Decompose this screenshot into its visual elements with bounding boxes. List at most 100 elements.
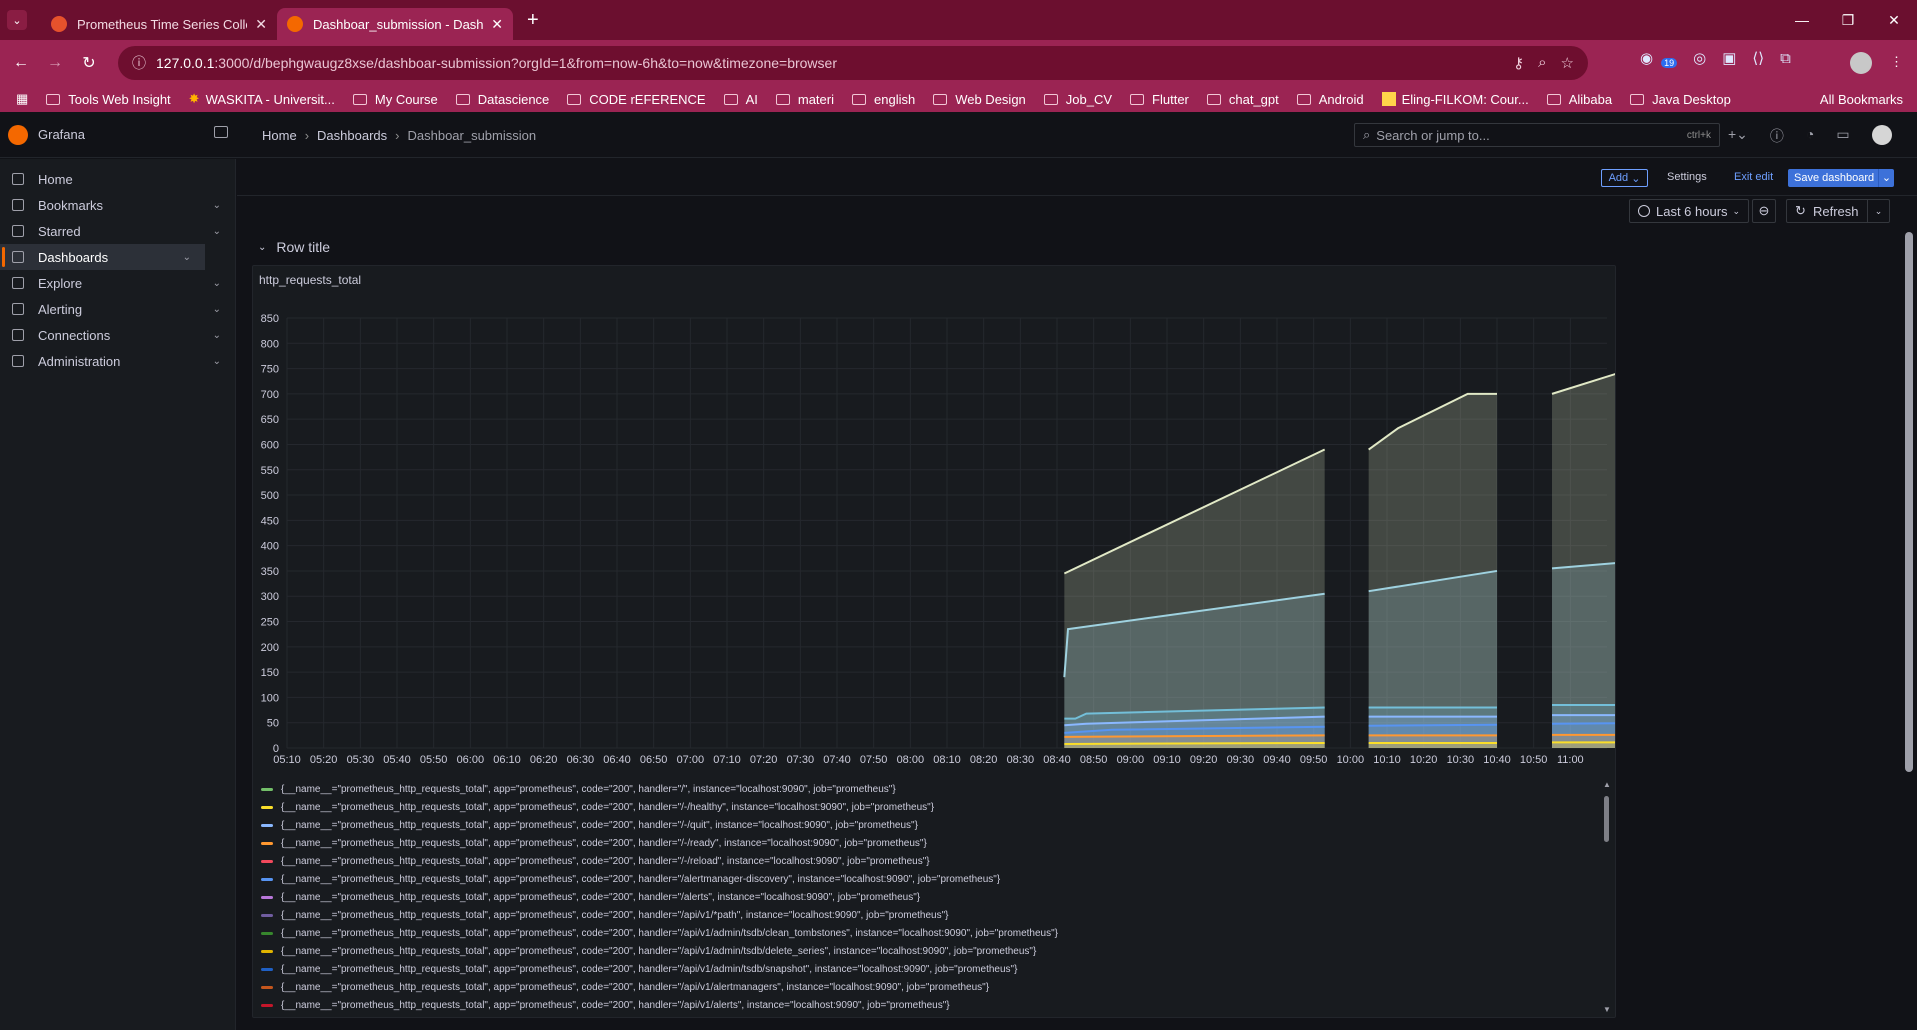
legend-item[interactable]: {__name__="prometheus_http_requests_tota… bbox=[261, 852, 1601, 870]
expand-chevron-icon[interactable]: ⌄ bbox=[213, 356, 221, 367]
extension-icon[interactable]: ◎ bbox=[1693, 49, 1706, 67]
legend-item[interactable]: {__name__="prometheus_http_requests_tota… bbox=[261, 996, 1601, 1014]
sidebar-item-alerting[interactable]: Alerting ⌄ bbox=[0, 296, 235, 322]
apps-grid-icon[interactable]: ▦ bbox=[16, 91, 28, 107]
expand-chevron-icon[interactable]: ⌄ bbox=[213, 330, 221, 341]
extension-icon[interactable]: ⟨⟩ bbox=[1752, 49, 1764, 67]
all-bookmarks-button[interactable]: All Bookmarks bbox=[1820, 92, 1903, 107]
extensions-puzzle-icon[interactable]: ⧉ bbox=[1780, 50, 1791, 67]
save-options-chevron-icon[interactable]: ⌄ bbox=[1878, 169, 1894, 187]
bookmark-item[interactable]: Android bbox=[1296, 91, 1364, 107]
legend-item[interactable]: {__name__="prometheus_http_requests_tota… bbox=[261, 942, 1601, 960]
legend-item[interactable]: {__name__="prometheus_http_requests_tota… bbox=[261, 924, 1601, 942]
refresh-button[interactable]: ↻ Refresh ⌄ bbox=[1786, 199, 1890, 223]
zoom-icon[interactable]: ⌕ bbox=[1538, 54, 1546, 72]
back-icon[interactable]: ← bbox=[4, 54, 38, 72]
key-icon[interactable]: ⚷ bbox=[1513, 54, 1524, 72]
bookmark-item[interactable]: My Course bbox=[352, 91, 438, 107]
sidebar-item-bookmarks[interactable]: Bookmarks ⌄ bbox=[0, 192, 235, 218]
bookmark-item[interactable]: english bbox=[852, 91, 915, 107]
bookmark-item[interactable]: CODE rEFERENCE bbox=[567, 91, 706, 107]
bookmark-item[interactable]: Alibaba bbox=[1546, 91, 1612, 107]
series-line bbox=[1064, 741, 1325, 745]
site-info-icon[interactable]: ⓘ bbox=[132, 53, 146, 73]
time-series-chart[interactable]: 0501001502002503003504004505005506006507… bbox=[253, 296, 1615, 778]
bookmark-item[interactable]: ✸ WASKITA - Universit... bbox=[189, 91, 335, 107]
scroll-down-icon[interactable]: ▼ bbox=[1603, 1005, 1611, 1014]
bookmark-item[interactable]: Tools Web Insight bbox=[46, 91, 171, 107]
page-scrollbar[interactable] bbox=[1905, 232, 1913, 772]
legend-item[interactable]: {__name__="prometheus_http_requests_tota… bbox=[261, 834, 1601, 852]
new-tab-icon[interactable]: + bbox=[527, 9, 539, 32]
settings-button[interactable]: Settings bbox=[1667, 171, 1707, 183]
add-button[interactable]: Add ⌄ bbox=[1601, 169, 1648, 187]
bookmark-item[interactable]: Eling-FILKOM: Cour... bbox=[1381, 91, 1529, 107]
extension-icon[interactable]: ◉ bbox=[1640, 49, 1653, 67]
bookmark-item[interactable]: Web Design bbox=[933, 91, 1026, 107]
bookmark-item[interactable]: AI bbox=[723, 91, 758, 107]
exit-edit-button[interactable]: Exit edit bbox=[1734, 171, 1773, 183]
sidebar-item-administration[interactable]: Administration ⌄ bbox=[0, 348, 235, 374]
expand-chevron-icon[interactable]: ⌄ bbox=[213, 304, 221, 315]
browser-tab-prometheus[interactable]: Prometheus Time Series Collect ✕ bbox=[41, 8, 277, 40]
bookmark-item[interactable]: chat_gpt bbox=[1206, 91, 1279, 107]
new-plus-icon[interactable]: +⌄ bbox=[1728, 126, 1748, 146]
minimize-icon[interactable]: — bbox=[1779, 12, 1825, 28]
sidebar-item-home[interactable]: Home bbox=[0, 166, 235, 192]
grafana-logo-icon[interactable] bbox=[8, 125, 28, 145]
time-range-picker[interactable]: Last 6 hours ⌄ bbox=[1629, 199, 1749, 223]
url-field[interactable]: ⓘ 127.0.0.1:3000/d/bephgwaugz8xse/dashbo… bbox=[118, 46, 1588, 80]
legend-item[interactable]: {__name__="prometheus_http_requests_tota… bbox=[261, 780, 1601, 798]
dashboard-row-header[interactable]: ⌄ Row title bbox=[258, 239, 330, 255]
legend: {__name__="prometheus_http_requests_tota… bbox=[261, 780, 1601, 1014]
expand-chevron-icon[interactable]: ⌄ bbox=[213, 200, 221, 211]
legend-item[interactable]: {__name__="prometheus_http_requests_tota… bbox=[261, 978, 1601, 996]
browser-menu-icon[interactable]: ⋮ bbox=[1890, 54, 1903, 70]
folder-icon bbox=[852, 93, 866, 105]
bookmark-item[interactable]: Job_CV bbox=[1043, 91, 1112, 107]
legend-scroll-thumb[interactable] bbox=[1604, 796, 1609, 842]
forward-icon[interactable]: → bbox=[38, 54, 72, 72]
close-tab-icon[interactable]: ✕ bbox=[491, 16, 503, 33]
restore-icon[interactable]: ❐ bbox=[1825, 12, 1871, 29]
legend-item[interactable]: {__name__="prometheus_http_requests_tota… bbox=[261, 816, 1601, 834]
sidebar-item-starred[interactable]: Starred ⌄ bbox=[0, 218, 235, 244]
reload-icon[interactable]: ↻ bbox=[72, 53, 106, 73]
news-rss-icon[interactable]: ◔ bbox=[1806, 126, 1814, 146]
kiosk-icon[interactable]: ▭ bbox=[1836, 126, 1849, 146]
sidebar-item-explore[interactable]: Explore ⌄ bbox=[0, 270, 235, 296]
sidebar-item-dashboards[interactable]: Dashboards ⌄ bbox=[0, 244, 205, 270]
expand-chevron-icon[interactable]: ⌄ bbox=[213, 278, 221, 289]
search-input[interactable]: ⌕ Search or jump to... ctrl+k bbox=[1354, 123, 1720, 147]
legend-item[interactable]: {__name__="prometheus_http_requests_tota… bbox=[261, 960, 1601, 978]
dock-menu-icon[interactable] bbox=[214, 126, 228, 138]
bookmark-star-icon[interactable]: ☆ bbox=[1561, 54, 1574, 72]
extension-icon[interactable]: ▣ bbox=[1722, 49, 1736, 67]
sidebar-item-connections[interactable]: Connections ⌄ bbox=[0, 322, 235, 348]
bookmark-item[interactable]: Java Desktop bbox=[1630, 91, 1731, 107]
legend-item[interactable]: {__name__="prometheus_http_requests_tota… bbox=[261, 870, 1601, 888]
legend-item[interactable]: {__name__="prometheus_http_requests_tota… bbox=[261, 888, 1601, 906]
breadcrumb-dashboards[interactable]: Dashboards bbox=[317, 128, 387, 143]
bookmark-item[interactable]: Datascience bbox=[455, 91, 549, 107]
help-icon[interactable]: ⓘ bbox=[1770, 126, 1784, 146]
bookmark-item[interactable]: materi bbox=[775, 91, 834, 107]
legend-scrollbar[interactable]: ▲ ▼ bbox=[1603, 780, 1611, 1014]
user-avatar[interactable] bbox=[1872, 125, 1892, 145]
expand-chevron-icon[interactable]: ⌄ bbox=[213, 226, 221, 237]
scroll-up-icon[interactable]: ▲ bbox=[1603, 780, 1611, 789]
save-dashboard-button[interactable]: Save dashboard ⌄ bbox=[1788, 169, 1894, 187]
tab-search-button[interactable]: ⌄ bbox=[7, 10, 27, 30]
profile-avatar[interactable] bbox=[1850, 52, 1872, 74]
legend-item[interactable]: {__name__="prometheus_http_requests_tota… bbox=[261, 906, 1601, 924]
close-tab-icon[interactable]: ✕ bbox=[255, 16, 267, 33]
zoom-out-button[interactable]: ⊖ bbox=[1752, 199, 1776, 223]
browser-tab-dashboard[interactable]: Dashboar_submission - Dashbo ✕ bbox=[277, 8, 513, 40]
expand-chevron-icon[interactable]: ⌄ bbox=[183, 252, 191, 263]
bookmark-item[interactable]: Flutter bbox=[1130, 91, 1189, 107]
refresh-interval-chevron-icon[interactable]: ⌄ bbox=[1867, 200, 1889, 222]
close-window-icon[interactable]: ✕ bbox=[1871, 12, 1917, 29]
time-series-panel[interactable]: http_requests_total 0 50 100 150 200 250 300 35… bbox=[252, 265, 1616, 1018]
legend-item[interactable]: {__name__="prometheus_http_requests_tota… bbox=[261, 798, 1601, 816]
breadcrumb-home[interactable]: Home bbox=[262, 128, 297, 143]
